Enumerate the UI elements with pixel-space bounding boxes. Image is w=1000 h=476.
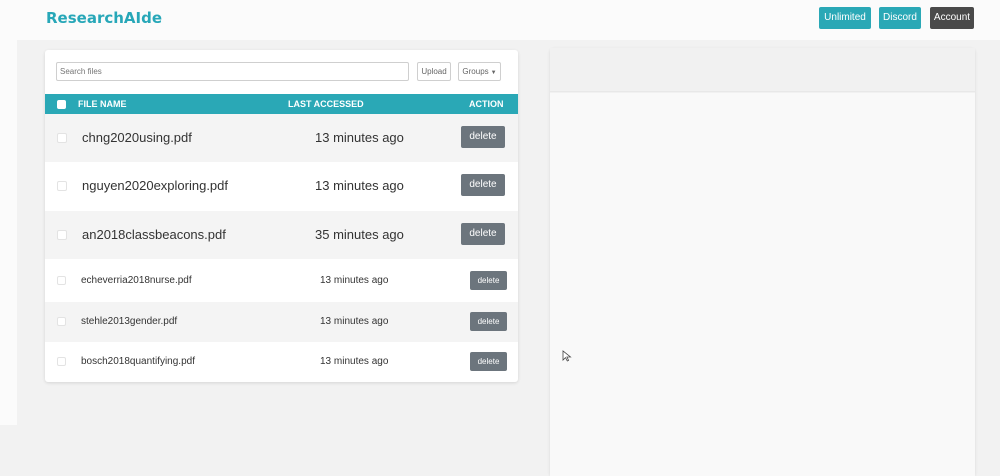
file-name-cell[interactable]: echeverria2018nurse.pdf bbox=[81, 275, 192, 286]
upload-button[interactable]: Upload bbox=[417, 62, 451, 81]
row-checkbox[interactable] bbox=[57, 181, 67, 191]
table-row[interactable]: chng2020using.pdf 13 minutes ago delete bbox=[45, 114, 518, 162]
column-header-action: ACTION bbox=[469, 99, 504, 109]
mouse-cursor-icon bbox=[562, 350, 572, 362]
brand-logo[interactable]: ResearchAIde bbox=[46, 9, 162, 27]
table-row[interactable]: stehle2013gender.pdf 13 minutes ago dele… bbox=[45, 302, 518, 342]
last-accessed-cell: 13 minutes ago bbox=[315, 178, 404, 193]
table-header: FILE NAME LAST ACCESSED ACTION bbox=[45, 94, 518, 114]
account-button[interactable]: Account bbox=[930, 7, 974, 29]
file-name-cell[interactable]: bosch2018quantifying.pdf bbox=[81, 356, 195, 367]
file-name-cell[interactable]: stehle2013gender.pdf bbox=[81, 316, 177, 327]
groups-label: Groups bbox=[462, 67, 489, 76]
file-name-cell[interactable]: an2018classbeacons.pdf bbox=[82, 227, 226, 242]
row-checkbox[interactable] bbox=[57, 276, 66, 285]
file-name-cell[interactable]: chng2020using.pdf bbox=[82, 130, 192, 145]
last-accessed-cell: 35 minutes ago bbox=[315, 227, 404, 242]
top-navbar: ResearchAIde Unlimited Discord Account bbox=[0, 0, 1000, 40]
discord-button[interactable]: Discord bbox=[879, 7, 921, 29]
viewer-content[interactable] bbox=[550, 93, 975, 476]
last-accessed-cell: 13 minutes ago bbox=[315, 130, 404, 145]
row-checkbox[interactable] bbox=[57, 230, 67, 240]
file-name-cell[interactable]: nguyen2020exploring.pdf bbox=[82, 178, 228, 193]
document-viewer-panel bbox=[550, 48, 975, 476]
delete-button[interactable]: delete bbox=[470, 352, 507, 371]
left-margin-band bbox=[0, 40, 17, 425]
delete-button[interactable]: delete bbox=[470, 271, 507, 290]
last-accessed-cell: 13 minutes ago bbox=[320, 316, 389, 327]
search-input[interactable] bbox=[56, 62, 409, 81]
table-row[interactable]: echeverria2018nurse.pdf 13 minutes ago d… bbox=[45, 261, 518, 301]
delete-button[interactable]: delete bbox=[461, 126, 505, 148]
table-row[interactable]: bosch2018quantifying.pdf 13 minutes ago … bbox=[45, 342, 518, 382]
row-checkbox[interactable] bbox=[57, 133, 67, 143]
delete-button[interactable]: delete bbox=[470, 312, 507, 331]
select-all-checkbox[interactable] bbox=[57, 100, 66, 109]
row-checkbox[interactable] bbox=[57, 317, 66, 326]
last-accessed-cell: 13 minutes ago bbox=[320, 275, 389, 286]
last-accessed-cell: 13 minutes ago bbox=[320, 356, 389, 367]
column-header-last-accessed[interactable]: LAST ACCESSED bbox=[288, 99, 364, 109]
files-card: Upload Groups▼ FILE NAME LAST ACCESSED A… bbox=[45, 50, 518, 382]
table-row[interactable]: nguyen2020exploring.pdf 13 minutes ago d… bbox=[45, 162, 518, 210]
viewer-toolbar bbox=[550, 48, 975, 92]
delete-button[interactable]: delete bbox=[461, 223, 505, 245]
delete-button[interactable]: delete bbox=[461, 174, 505, 196]
table-row[interactable]: an2018classbeacons.pdf 35 minutes ago de… bbox=[45, 211, 518, 259]
unlimited-button[interactable]: Unlimited bbox=[819, 7, 871, 29]
chevron-down-icon: ▼ bbox=[490, 70, 497, 76]
column-header-file-name[interactable]: FILE NAME bbox=[78, 99, 127, 109]
row-checkbox[interactable] bbox=[57, 357, 66, 366]
groups-dropdown[interactable]: Groups ▼ bbox=[458, 62, 501, 81]
